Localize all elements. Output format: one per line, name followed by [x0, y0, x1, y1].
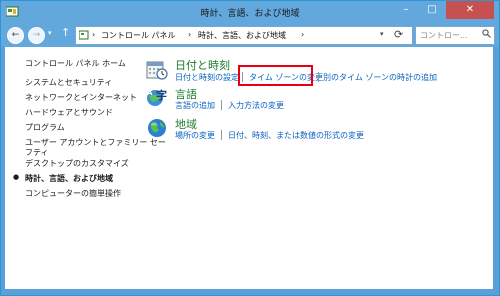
address-bar[interactable]: › コントロール パネル › 時計、言語、および地域 › ▾ ⟳ — [75, 26, 413, 45]
sidebar-item-hardware-sound[interactable]: ハードウェアとサウンド — [25, 107, 113, 118]
link-separator — [221, 100, 222, 110]
close-button[interactable]: ✕ — [446, 1, 494, 19]
highlight-box — [238, 65, 313, 86]
link-change-input-method[interactable]: 入力方法の変更 — [228, 100, 284, 111]
sidebar-item-desktop[interactable]: デスクトップのカスタマイズ — [25, 158, 129, 169]
breadcrumb-separator[interactable]: › — [188, 30, 191, 39]
globe-icon[interactable] — [146, 117, 168, 139]
category-date-time-title[interactable]: 日付と時刻 — [175, 57, 230, 73]
link-add-clocks[interactable]: 別のタイム ゾーンの時計の追加 — [323, 72, 437, 83]
control-panel-icon — [79, 30, 89, 40]
title-bar: 時計、言語、および地域 – □ ✕ — [1, 1, 499, 23]
refresh-icon[interactable]: ⟳ — [394, 28, 403, 41]
link-change-formats[interactable]: 日付、時刻、または数値の形式の変更 — [228, 130, 364, 141]
minimize-button[interactable]: – — [393, 1, 419, 19]
address-dropdown-button[interactable]: ▾ — [380, 30, 384, 38]
breadcrumb-separator[interactable]: › — [301, 30, 304, 39]
maximize-button[interactable]: □ — [419, 1, 445, 19]
current-item-bullet: ● — [13, 173, 20, 181]
sidebar-item-home[interactable]: コントロール パネル ホーム — [25, 58, 126, 69]
breadcrumb-clock-language-region[interactable]: 時計、言語、および地域 — [198, 30, 286, 41]
svg-text:字: 字 — [156, 88, 167, 102]
sidebar-item-clock-language-region: 時計、言語、および地域 — [25, 174, 113, 183]
calendar-clock-icon[interactable] — [146, 59, 168, 81]
recent-locations-button[interactable]: ▾ — [48, 29, 52, 37]
link-add-language[interactable]: 言語の追加 — [175, 100, 215, 111]
control-panel-window: 時計、言語、および地域 – □ ✕ ← → ▾ ↑ › コントロール パネル ›… — [0, 0, 500, 296]
sidebar-item-system-security[interactable]: システムとセキュリティ — [25, 77, 112, 88]
breadcrumb-separator[interactable]: › — [92, 30, 95, 39]
search-icon[interactable] — [482, 29, 491, 38]
sidebar-item-programs[interactable]: プログラム — [25, 122, 65, 133]
back-button[interactable]: ← — [7, 27, 24, 44]
svg-text:A: A — [147, 89, 153, 97]
link-change-location[interactable]: 場所の変更 — [175, 130, 215, 141]
search-placeholder: コントロー... — [420, 31, 468, 40]
breadcrumb-control-panel[interactable]: コントロール パネル — [101, 30, 176, 41]
sidebar-item-network[interactable]: ネットワークとインターネット — [25, 92, 137, 103]
search-input[interactable]: コントロー... — [415, 26, 495, 45]
sidebar-item-user-accounts-cont[interactable]: フティ — [25, 147, 49, 158]
language-icon[interactable]: 字 A — [146, 87, 168, 109]
forward-button[interactable]: → — [28, 27, 45, 44]
link-separator — [221, 130, 222, 140]
link-separator — [318, 72, 319, 82]
link-set-date-time[interactable]: 日付と時刻の設定 — [175, 72, 239, 83]
sidebar-item-ease-of-access[interactable]: コンピューターの簡単操作 — [25, 188, 121, 199]
up-button[interactable]: ↑ — [61, 26, 70, 39]
navigation-bar: ← → ▾ ↑ › コントロール パネル › 時計、言語、および地域 › ▾ ⟳… — [1, 23, 499, 47]
